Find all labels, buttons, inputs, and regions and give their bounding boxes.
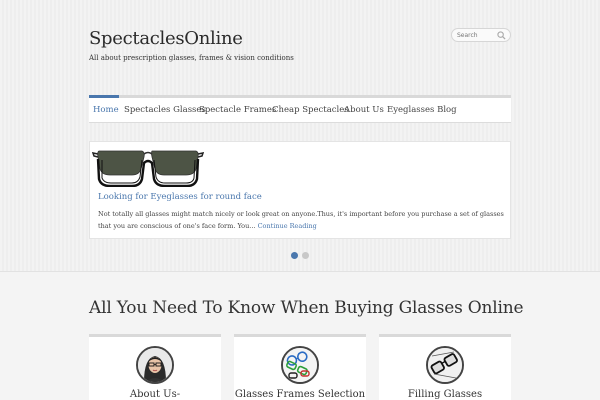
feature-label-filling-glasses: Filling Glasses [407,389,483,400]
site-title[interactable]: SpectaclesOnline [89,28,243,49]
post-title-link[interactable]: Looking for Eyeglasses for round face [98,192,262,202]
nav-item-eyeglasses-blog[interactable]: Eyeglasses Blog [387,98,457,123]
site-tagline: All about prescription glasses, frames &… [89,54,294,62]
feature-label-glasses-frames: Glasses Frames Selection [234,389,366,400]
nav-item-spectacle-frames[interactable]: Spectacle Frames [199,98,276,123]
search-input[interactable] [457,30,497,40]
search-icon[interactable] [497,31,506,40]
feature-card-glasses-frames[interactable]: Glasses Frames Selection [234,334,366,400]
feature-card-filling-glasses[interactable]: Filling Glasses [379,334,511,400]
main-navigation: Home Spectacles Glasses Spectacle Frames… [89,95,511,123]
search-box[interactable] [451,28,511,42]
section-heading: All You Need To Know When Buying Glasses… [89,298,524,318]
featured-slider: Looking for Eyeglasses for round face No… [89,141,511,239]
feature-card-about-us[interactable]: About Us- [89,334,221,400]
slider-dot-2[interactable] [302,252,309,259]
eyeglasses-icon[interactable] [92,145,204,187]
woman-with-glasses-icon [136,346,174,384]
nav-item-spectacles-glasses[interactable]: Spectacles Glasses [124,98,206,123]
post-excerpt: Not totally all glasses might match nice… [98,208,508,232]
nav-item-home[interactable]: Home [93,98,119,123]
glasses-frames-icon [281,346,319,384]
slider-dot-1[interactable] [291,252,298,259]
continue-reading-link[interactable]: Continue Reading [258,222,317,230]
feature-label-about-us: About Us- [129,389,181,400]
glasses-filling-icon [426,346,464,384]
nav-item-cheap-spectacles[interactable]: Cheap Spectacles [272,98,349,123]
nav-item-about-us[interactable]: About Us [344,98,384,123]
